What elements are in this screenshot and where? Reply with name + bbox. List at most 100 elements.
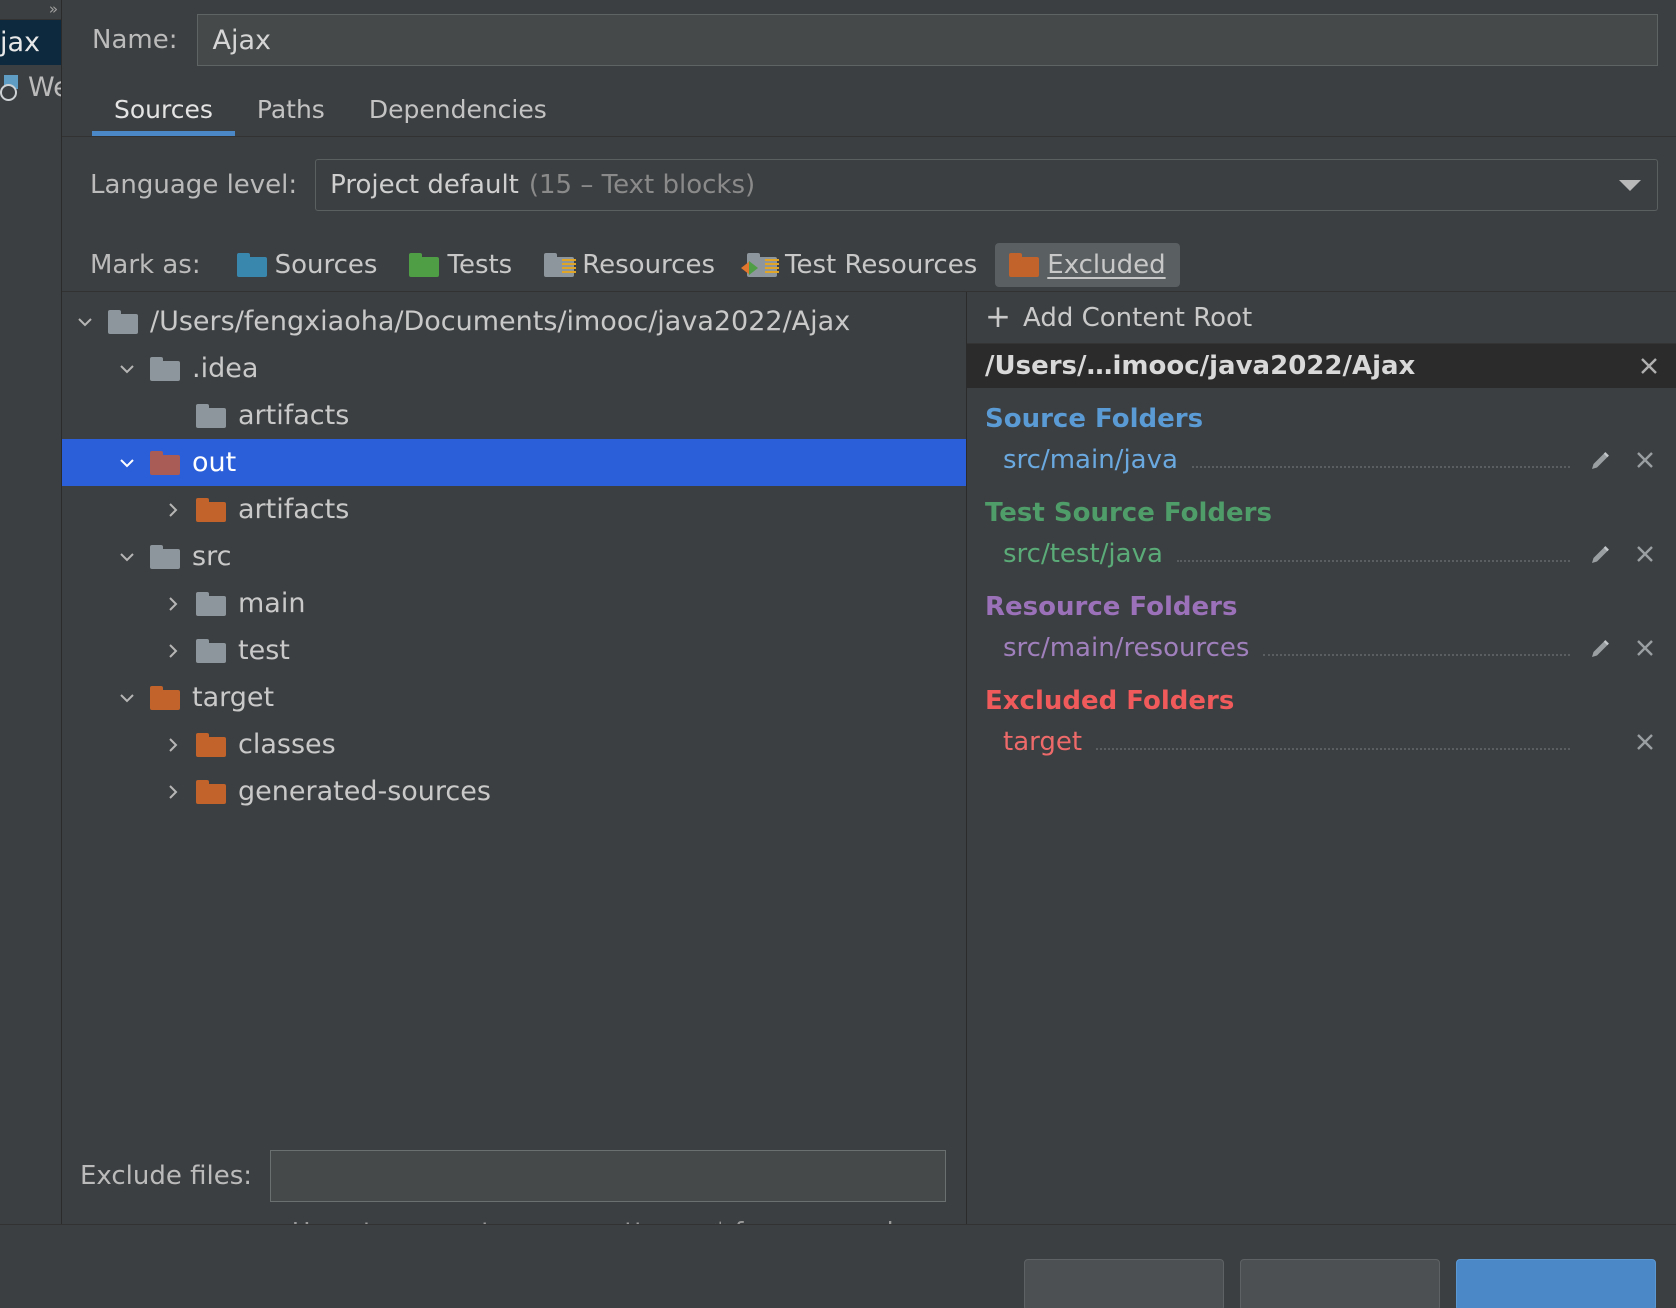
tests-folder-icon [409, 253, 440, 277]
exclude-files-input[interactable] [270, 1149, 946, 1202]
resource-folder-row[interactable]: src/main/resources [985, 626, 1676, 670]
source-folders-title: Source Folders [985, 404, 1204, 434]
tree-row[interactable]: main [62, 580, 966, 627]
exclude-files-label: Exclude files: [80, 1160, 253, 1191]
tree-row-label: src [192, 541, 232, 572]
close-icon[interactable] [1628, 541, 1662, 567]
mark-as-row: Mark as: Sources Tests Resources Test Re… [62, 211, 1676, 291]
content-roots-detail-pane: + Add Content Root /Users/…imooc/java202… [967, 292, 1676, 1308]
test-source-folders-group: Test Source Folders src/test/java [967, 482, 1676, 576]
sources-folder-icon [236, 253, 267, 277]
tree-row-label: main [238, 588, 306, 619]
close-icon[interactable] [1628, 729, 1662, 755]
pencil-icon[interactable] [1584, 447, 1618, 473]
language-level-label: Language level: [90, 170, 298, 200]
tree-row[interactable]: /Users/fengxiaoha/Documents/imooc/java20… [62, 298, 966, 345]
module-list-item-ajax[interactable]: jax [0, 20, 61, 65]
row-dotted-filler [1176, 560, 1570, 562]
language-level-detail: (15 – Text blocks) [528, 170, 756, 200]
language-level-row: Language level: Project default (15 – Te… [62, 137, 1676, 211]
excluded-folder-row[interactable]: target [985, 720, 1676, 764]
chevron-right-icon[interactable] [150, 640, 196, 662]
tab-paths[interactable]: Paths [235, 95, 347, 136]
web-facet-icon [0, 74, 26, 101]
close-icon[interactable] [1628, 447, 1662, 473]
tree-row[interactable]: artifacts [62, 392, 966, 439]
chevron-double-right-icon[interactable]: » [49, 2, 58, 17]
folder-icon [196, 403, 226, 428]
chevron-down-icon[interactable] [104, 358, 150, 380]
excluded-folder-icon [1009, 253, 1040, 277]
excluded-folder-icon [196, 779, 226, 804]
tree-row[interactable]: test [62, 627, 966, 674]
pencil-icon[interactable] [1584, 635, 1618, 661]
tree-row-label: classes [238, 729, 336, 760]
language-level-combobox[interactable]: Project default (15 – Text blocks) [315, 159, 1658, 211]
chevron-right-icon[interactable] [150, 499, 196, 521]
row-dotted-filler [1096, 748, 1570, 750]
apply-button[interactable] [1240, 1259, 1440, 1308]
tree-row-selected[interactable]: out [62, 439, 966, 486]
chevron-down-icon[interactable] [104, 452, 150, 474]
tree-row-label: out [192, 447, 237, 478]
tree-row-label: artifacts [238, 494, 350, 525]
tree-row-label: target [192, 682, 275, 713]
source-folders-group: Source Folders src/main/java [967, 388, 1676, 482]
ok-button[interactable] [1456, 1259, 1656, 1308]
dialog-button-bar [0, 1224, 1676, 1308]
pencil-icon[interactable] [1584, 541, 1618, 567]
tree-row[interactable]: artifacts [62, 486, 966, 533]
module-list-header: » [0, 0, 61, 20]
tree-row[interactable]: target [62, 674, 966, 721]
tree-row-label: generated-sources [238, 776, 491, 807]
language-level-value: Project default [330, 170, 519, 200]
source-folder-path: src/main/java [1003, 445, 1178, 475]
mark-as-excluded-button[interactable]: Excluded [995, 243, 1180, 287]
chevron-right-icon[interactable] [150, 734, 196, 756]
close-icon[interactable] [1628, 635, 1662, 661]
chevron-down-icon[interactable] [104, 687, 150, 709]
folder-icon [150, 356, 180, 381]
excluded-folders-title: Excluded Folders [985, 686, 1235, 716]
content-split: /Users/fengxiaoha/Documents/imooc/java20… [62, 291, 1676, 1308]
resources-folder-icon [544, 253, 577, 277]
add-content-root-button[interactable]: + Add Content Root [967, 292, 1676, 344]
excluded-folders-group: Excluded Folders target [967, 670, 1676, 764]
resource-folders-group: Resource Folders src/main/resources [967, 576, 1676, 670]
mark-as-test-resources-button[interactable]: Test Resources [733, 243, 991, 287]
chevron-right-icon[interactable] [150, 593, 196, 615]
module-name-input[interactable] [197, 14, 1658, 66]
tab-dependencies[interactable]: Dependencies [347, 95, 569, 136]
excluded-folder-icon [150, 450, 180, 475]
test-source-folders-title: Test Source Folders [985, 498, 1272, 528]
tree-row-label: .idea [192, 353, 259, 384]
mark-as-sources-button[interactable]: Sources [223, 243, 392, 287]
chevron-down-icon[interactable] [62, 311, 108, 333]
tree-row[interactable]: src [62, 533, 966, 580]
row-dotted-filler [1191, 466, 1570, 468]
row-dotted-filler [1263, 654, 1570, 656]
source-folder-row[interactable]: src/main/java [985, 438, 1676, 482]
close-icon[interactable] [1636, 353, 1662, 379]
mark-as-resources-button[interactable]: Resources [530, 243, 729, 287]
name-row: Name: [62, 0, 1676, 66]
chevron-down-icon[interactable] [104, 546, 150, 568]
tree-row[interactable]: .idea [62, 345, 966, 392]
cancel-button[interactable] [1024, 1259, 1224, 1308]
content-root-tree[interactable]: /Users/fengxiaoha/Documents/imooc/java20… [62, 292, 966, 1150]
tree-row[interactable]: classes [62, 721, 966, 768]
excluded-folder-icon [196, 732, 226, 757]
module-list-item-web[interactable]: We [0, 65, 61, 110]
tab-sources[interactable]: Sources [92, 95, 235, 136]
module-list-item-label: We [28, 72, 61, 103]
mark-as-tests-label: Tests [447, 250, 513, 280]
excluded-folder-icon [150, 685, 180, 710]
chevron-right-icon[interactable] [150, 781, 196, 803]
mark-as-test-resources-label: Test Resources [785, 250, 978, 280]
tree-row[interactable]: generated-sources [62, 768, 966, 815]
mark-as-tests-button[interactable]: Tests [395, 243, 526, 287]
test-source-folder-row[interactable]: src/test/java [985, 532, 1676, 576]
folder-icon [150, 544, 180, 569]
add-content-root-label: Add Content Root [1022, 302, 1253, 333]
chevron-down-icon[interactable] [1619, 179, 1641, 191]
